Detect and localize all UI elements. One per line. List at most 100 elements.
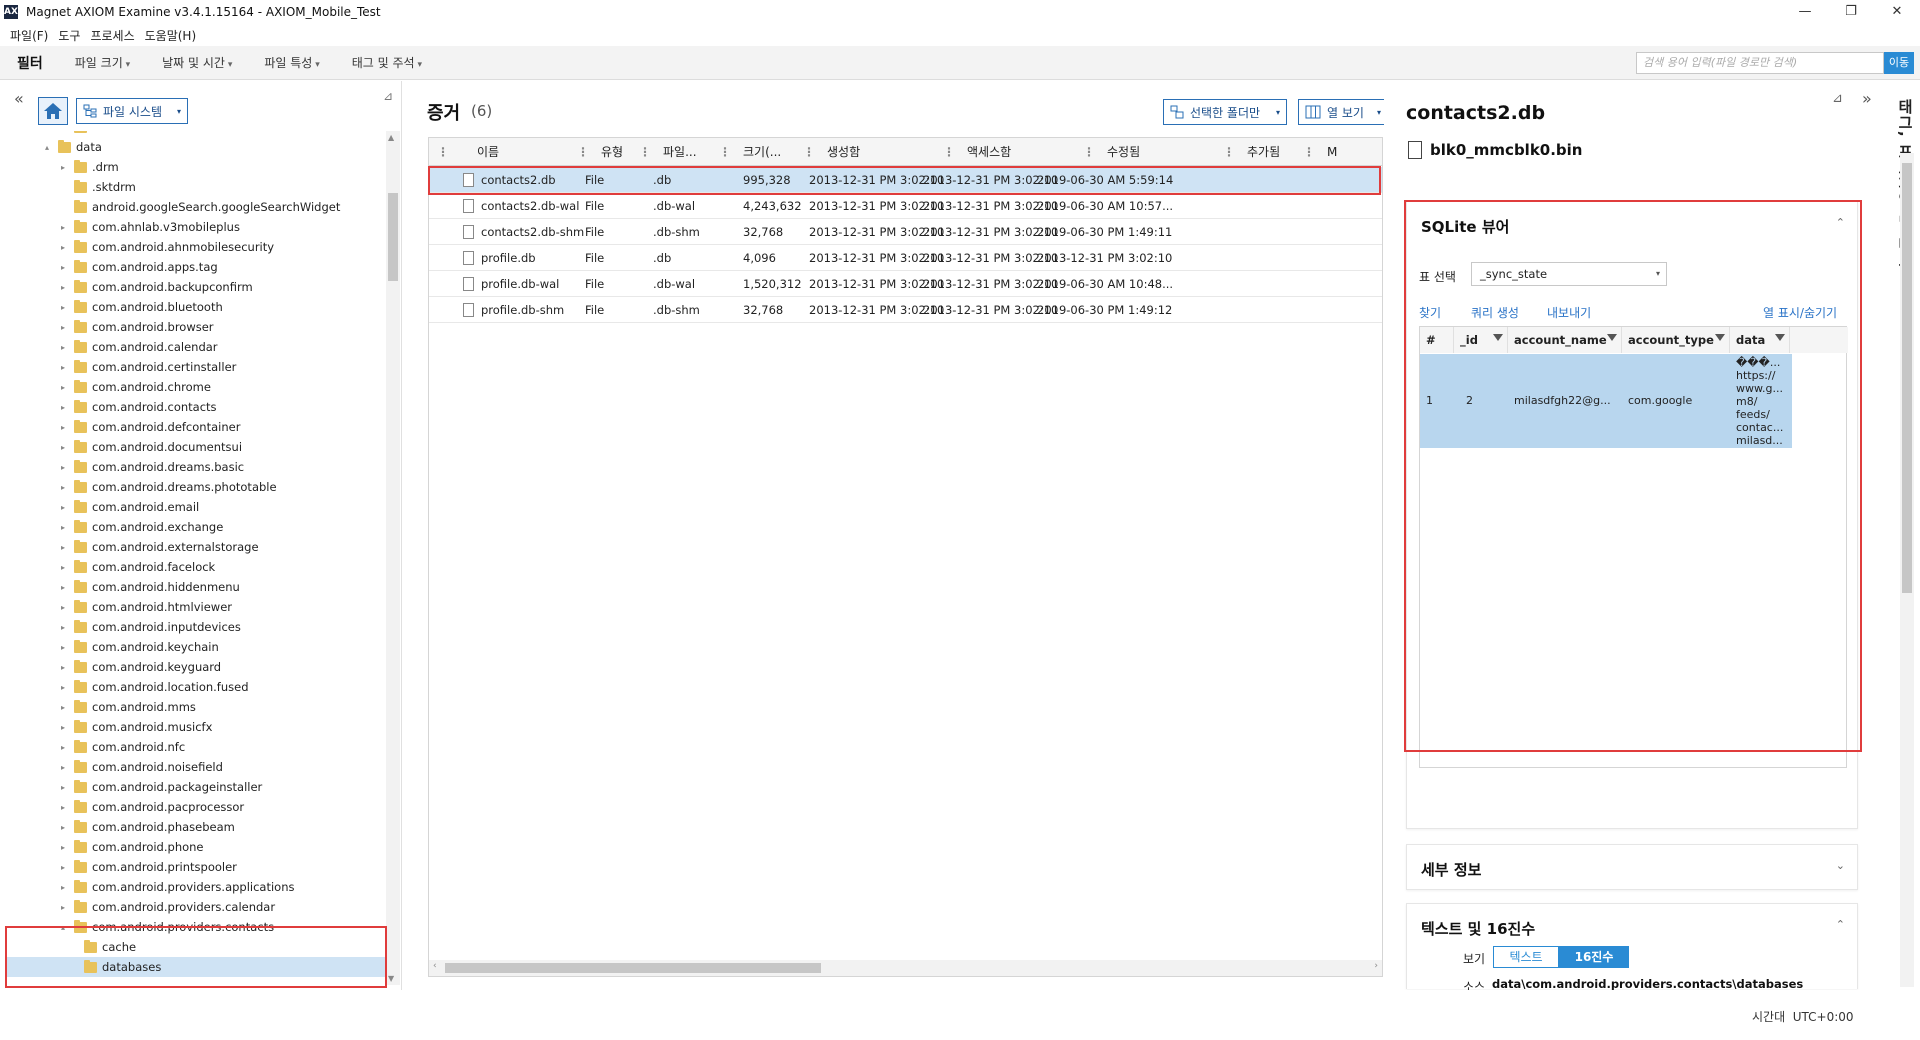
scroll-thumb[interactable] [388, 193, 398, 281]
details-scroll-thumb[interactable] [1902, 163, 1912, 593]
expand-toggle-icon[interactable]: ▸ [58, 483, 68, 492]
details-scrollbar[interactable] [1900, 153, 1914, 987]
tree-item[interactable]: android.googleSearch.googleSearchWidget [6, 197, 386, 217]
close-button[interactable]: ✕ [1874, 0, 1920, 24]
expand-toggle-icon[interactable]: ▸ [58, 283, 68, 292]
expand-toggle-icon[interactable]: ▸ [58, 863, 68, 872]
tree-item[interactable]: ▸ com.android.phone [6, 837, 386, 857]
tree-item[interactable]: ▸ com.android.certinstaller [6, 357, 386, 377]
collapse-right-icon[interactable]: » [1862, 89, 1872, 108]
tree-item[interactable]: ▸ com.android.printspooler [6, 857, 386, 877]
col-more[interactable]: M [1319, 138, 1379, 166]
col-size[interactable]: 크기(... ⋮ [735, 138, 819, 166]
tree-item[interactable]: ▸ com.ahnlab.v3mobileplus [6, 217, 386, 237]
pin-icon[interactable]: ⊿ [383, 89, 393, 103]
tree-item[interactable]: ▸ com.android.pacprocessor [6, 797, 386, 817]
menu-process[interactable]: 프로세스 [90, 27, 134, 44]
expand-toggle-icon[interactable]: ▸ [58, 243, 68, 252]
expand-toggle-icon[interactable]: ▸ [58, 343, 68, 352]
tree-scrollbar[interactable]: ▲ ▼ [386, 131, 400, 985]
expand-toggle-icon[interactable]: ▸ [58, 643, 68, 652]
tree-item[interactable]: ▸ com.android.defcontainer [6, 417, 386, 437]
tree-item[interactable]: ▸ com.android.externalstorage [6, 537, 386, 557]
tree-item[interactable]: ▸ com.android.phasebeam [6, 817, 386, 837]
tree-item[interactable]: ▴ data [6, 137, 386, 157]
tree-item[interactable]: ▸ com.android.htmlviewer [6, 597, 386, 617]
pin-right-icon[interactable]: ⊿ [1832, 91, 1843, 106]
tree-item[interactable]: ▸ com.android.exchange [6, 517, 386, 537]
source-dropdown[interactable]: 파일 시스템 ▾ [76, 98, 188, 124]
expand-toggle-icon[interactable]: ▴ [42, 143, 52, 152]
details-info-card[interactable]: 세부 정보 ⌄ [1406, 844, 1858, 890]
col-accessed[interactable]: 액세스함 ⋮ [959, 138, 1099, 166]
expand-toggle-icon[interactable]: ▸ [58, 903, 68, 912]
scroll-left-icon[interactable]: ‹ [433, 961, 437, 971]
tree-item[interactable]: ▸ com.android.documentsui [6, 437, 386, 457]
tree-item[interactable]: ▸ com.android.dreams.phototable [6, 477, 386, 497]
expand-toggle-icon[interactable]: ▸ [58, 883, 68, 892]
tree-item[interactable]: ▸ com.android.chrome [6, 377, 386, 397]
expand-toggle-icon[interactable]: ▸ [58, 603, 68, 612]
expand-toggle-icon[interactable]: ▸ [58, 843, 68, 852]
tree-item[interactable]: ▸ com.android.musicfx [6, 717, 386, 737]
expand-toggle-icon[interactable]: ▸ [58, 743, 68, 752]
tree-item[interactable]: ▸ com.android.ahnmobilesecurity [6, 237, 386, 257]
expand-toggle-icon[interactable]: ▸ [58, 823, 68, 832]
tree-item[interactable]: ▸ com.android.email [6, 497, 386, 517]
tree-item[interactable]: ▸ com.android.hiddenmenu [6, 577, 386, 597]
expand-toggle-icon[interactable]: ▸ [58, 563, 68, 572]
col-added[interactable]: 추가됨 ⋮ [1239, 138, 1319, 166]
expand-toggle-icon[interactable]: ▸ [58, 263, 68, 272]
col-ext[interactable]: 파일... ⋮ [655, 138, 735, 166]
expand-toggle-icon[interactable]: ▸ [58, 403, 68, 412]
menu-file[interactable]: 파일(F) [10, 27, 48, 44]
tree-item[interactable]: ▸ com.android.noisefield [6, 757, 386, 777]
expand-toggle-icon[interactable]: ▸ [58, 363, 68, 372]
expand-toggle-icon[interactable]: ▸ [58, 783, 68, 792]
minimize-button[interactable]: — [1782, 0, 1828, 24]
expand-section-icon[interactable]: ⌄ [1836, 859, 1845, 872]
tree-item[interactable]: ▸ com.android.keyguard [6, 657, 386, 677]
tree-item[interactable]: ▸ com.android.bluetooth [6, 297, 386, 317]
col-type[interactable]: 유형 ⋮ [593, 138, 655, 166]
tree-item[interactable]: ▸ com.android.calendar [6, 337, 386, 357]
tree-item[interactable]: ▸ com.android.keychain [6, 637, 386, 657]
expand-toggle-icon[interactable]: ▸ [58, 683, 68, 692]
hscroll-thumb[interactable] [445, 963, 821, 973]
go-button[interactable]: 이동 [1884, 52, 1914, 74]
tree-item[interactable]: ▸ com.android.mms [6, 697, 386, 717]
tree-item[interactable]: ▸ com.android.facelock [6, 557, 386, 577]
tree-item[interactable]: ▸ com.android.dreams.basic [6, 457, 386, 477]
col-name[interactable]: 이름 ⋮ [453, 138, 593, 166]
expand-toggle-icon[interactable]: ▸ [58, 803, 68, 812]
tree-item[interactable]: ▸ com.android.providers.calendar [6, 897, 386, 917]
expand-toggle-icon[interactable]: ▸ [58, 223, 68, 232]
menu-tools[interactable]: 도구 [58, 27, 80, 44]
expand-toggle-icon[interactable]: ▸ [58, 663, 68, 672]
tree-item[interactable]: ▸ com.android.location.fused [6, 677, 386, 697]
grid-hscrollbar[interactable]: ‹ › [429, 960, 1382, 976]
table-row[interactable]: profile.db-shm File .db-shm 32,768 2013-12-3… [429, 297, 1382, 323]
expand-toggle-icon[interactable]: ▸ [58, 423, 68, 432]
tree-item[interactable]: ▸ .drm [6, 157, 386, 177]
expand-toggle-icon[interactable]: ▸ [58, 703, 68, 712]
tree-item[interactable]: ▸ com.android.nfc [6, 737, 386, 757]
scroll-down-icon[interactable]: ▼ [388, 974, 394, 983]
home-button[interactable] [38, 97, 68, 125]
expand-toggle-icon[interactable]: ▸ [58, 543, 68, 552]
timezone-value[interactable]: UTC+0:00 [1793, 1010, 1854, 1024]
table-row[interactable]: contacts2.db-wal File .db-wal 4,243,632 2013… [429, 193, 1382, 219]
expand-toggle-icon[interactable]: ▸ [58, 163, 68, 172]
expand-toggle-icon[interactable]: ▸ [58, 303, 68, 312]
filter-date-time[interactable]: 날짜 및 시간 [162, 54, 232, 71]
expand-toggle-icon[interactable]: ▸ [58, 463, 68, 472]
expand-toggle-icon[interactable]: ▸ [58, 383, 68, 392]
maximize-button[interactable]: ❐ [1828, 0, 1874, 24]
tree-item[interactable]: ▸ com.android.packageinstaller [6, 777, 386, 797]
menu-help[interactable]: 도움말(H) [145, 27, 197, 44]
text-toggle[interactable]: 텍스트 [1493, 946, 1559, 968]
expand-toggle-icon[interactable]: ▸ [58, 723, 68, 732]
scroll-right-icon[interactable]: › [1374, 961, 1378, 971]
tree-item[interactable]: .sktdrm [6, 177, 386, 197]
table-row[interactable]: profile.db-wal File .db-wal 1,520,312 2013-1… [429, 271, 1382, 297]
